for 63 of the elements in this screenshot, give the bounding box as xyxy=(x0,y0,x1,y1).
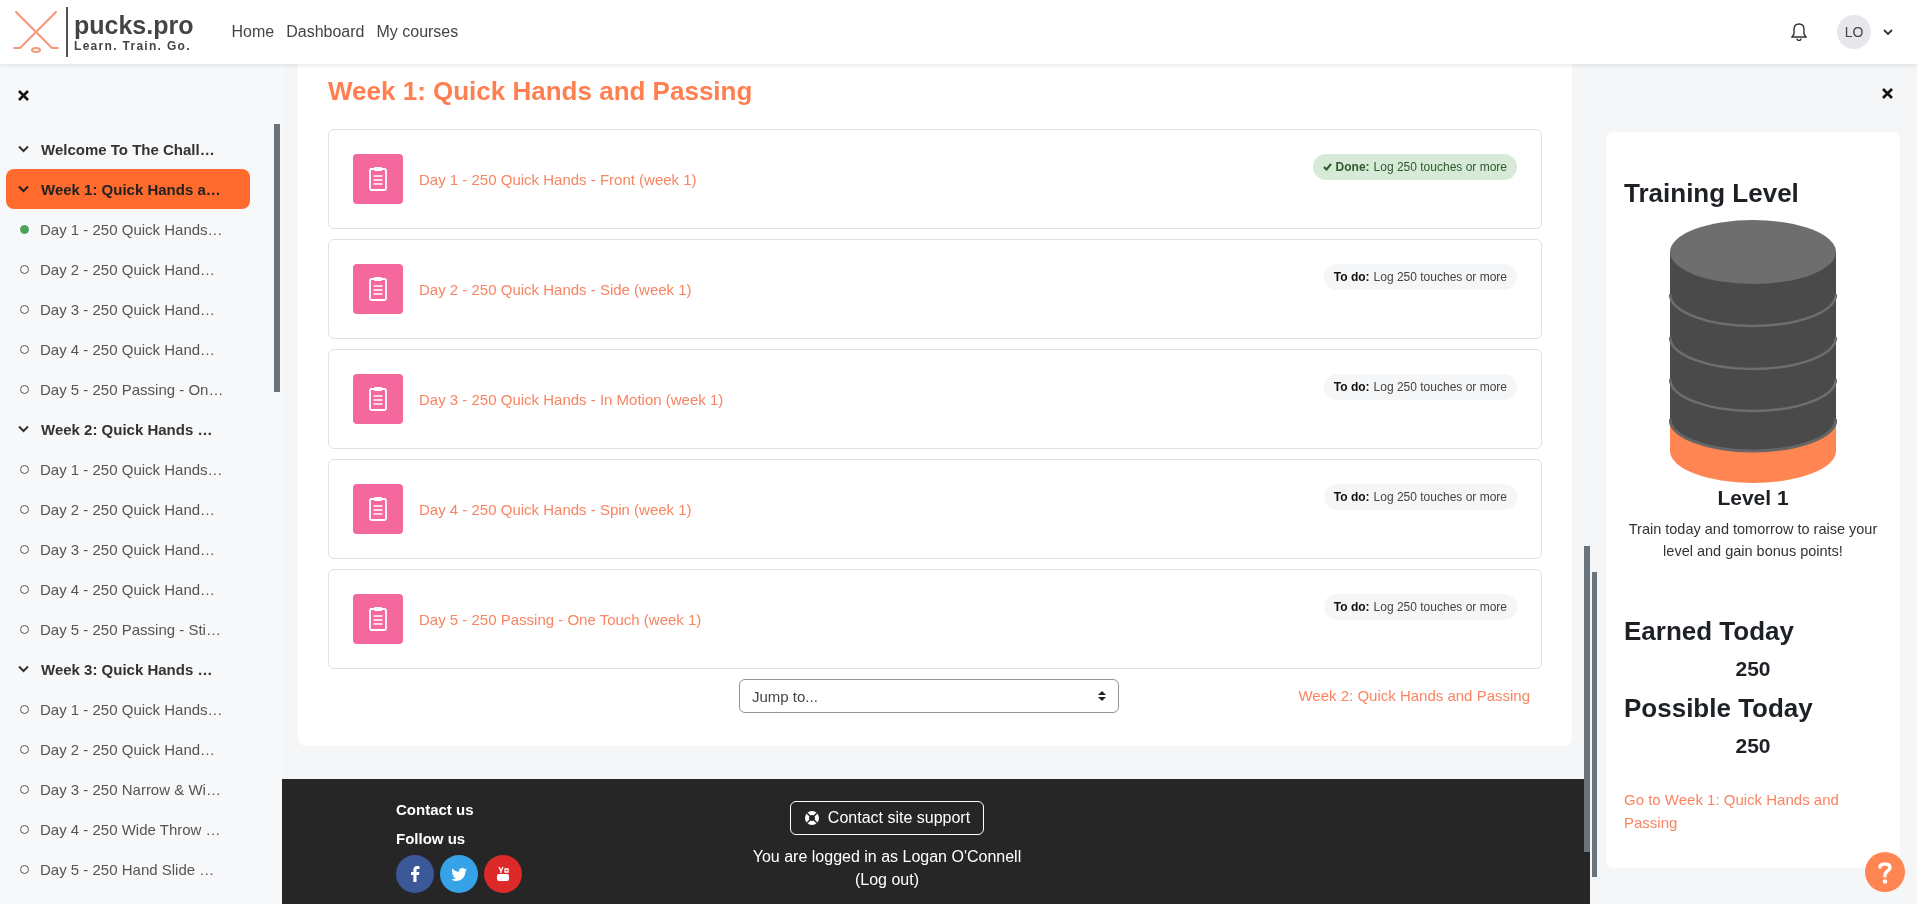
activity-link[interactable]: Day 1 - 250 Quick Hands… xyxy=(40,220,223,238)
site-logo-name[interactable]: pucks.pro xyxy=(74,11,194,39)
contact-support-button[interactable]: Contact site support xyxy=(789,801,985,835)
facebook-icon[interactable] xyxy=(396,855,434,893)
activity-link[interactable]: Day 2 - 250 Quick Hand… xyxy=(40,740,216,758)
course-section-item[interactable]: Week 1: Quick Hands a… xyxy=(6,169,250,209)
hockey-sticks-icon xyxy=(12,8,60,56)
completion-status-badge: To do: Log 250 touches or more xyxy=(1323,374,1517,400)
possible-today-heading: Possible Today xyxy=(1624,693,1813,724)
possible-today-value: 250 xyxy=(1735,734,1771,758)
activity-link[interactable]: Day 1 - 250 Quick Hands… xyxy=(40,460,223,478)
course-section-item[interactable]: Week 3: Quick Hands … xyxy=(6,649,250,689)
course-section-item[interactable]: Welcome To The Chall… xyxy=(6,129,250,169)
earned-today-value: 250 xyxy=(1735,657,1771,681)
completion-status-badge: Done: Log 250 touches or more xyxy=(1312,154,1517,180)
site-tagline: Learn. Train. Go. xyxy=(74,39,192,53)
notification-bell-icon[interactable] xyxy=(1791,23,1807,41)
course-section-item[interactable]: Week 2: Quick Hands … xyxy=(6,409,250,449)
footer-heading: Contact us xyxy=(396,801,475,818)
close-icon[interactable] xyxy=(18,90,29,101)
caret-icon[interactable] xyxy=(1883,28,1893,36)
login-info-text: You are logged in as Logan O'Connell (Log out) xyxy=(751,847,1023,890)
youtube-icon[interactable] xyxy=(484,855,522,893)
chevron-icon xyxy=(18,145,29,153)
panel-title: Training Level xyxy=(1624,178,1799,209)
nav-link[interactable]: Home xyxy=(231,23,275,41)
chevron-icon xyxy=(18,185,29,193)
close-icon[interactable] xyxy=(1882,88,1893,99)
logout-link[interactable]: (Log out) xyxy=(854,871,919,888)
twitter-icon[interactable] xyxy=(440,855,478,893)
completion-status-badge: To do: Log 250 touches or more xyxy=(1323,484,1517,510)
activity-link[interactable]: Day 3 - 250 Quick Hand… xyxy=(40,300,216,318)
assignment-icon xyxy=(353,374,403,424)
assignment-icon xyxy=(353,594,403,644)
level-label: Level 1 xyxy=(1717,486,1789,510)
earned-today-heading: Earned Today xyxy=(1624,616,1794,647)
chevron-icon xyxy=(18,665,29,673)
activity-link[interactable]: Day 5 - 250 Hand Slide … xyxy=(40,860,215,878)
level-description: Train today and tomorrow to raise your level and gain bonus points! xyxy=(1627,520,1879,561)
completion-status-badge: To do: Log 250 touches or more xyxy=(1323,594,1517,620)
activity-link[interactable]: Day 3 - 250 Narrow & Wi… xyxy=(40,780,221,798)
activity-link[interactable]: Day 4 - 250 Wide Throw … xyxy=(40,820,221,838)
activity-link[interactable]: Day 4 - 250 Quick Hand… xyxy=(40,580,216,598)
chevron-icon xyxy=(18,425,29,433)
nav-link[interactable]: Dashboard xyxy=(286,23,365,41)
footer-heading: Follow us xyxy=(396,830,467,847)
nav-link[interactable]: My courses xyxy=(376,23,459,41)
activity-link[interactable]: Day 2 - 250 Quick Hand… xyxy=(40,260,216,278)
activity-link[interactable]: Day 5 - 250 Passing - Sti… xyxy=(40,620,221,638)
activity-link[interactable]: Day 4 - 250 Quick Hand… xyxy=(40,340,216,358)
assignment-icon xyxy=(353,484,403,534)
assignment-icon xyxy=(353,264,403,314)
jump-to-select[interactable]: Jump to... xyxy=(739,679,1119,713)
activity-link[interactable]: Day 3 - 250 Quick Hand… xyxy=(40,540,216,558)
section-title: Week 1: Quick Hands and Passing xyxy=(328,76,754,107)
lifebuoy-icon xyxy=(803,810,820,826)
activity-link[interactable]: Day 1 - 250 Quick Hands… xyxy=(40,700,223,718)
activity-link[interactable]: Day 2 - 250 Quick Hand… xyxy=(40,500,216,518)
assignment-icon xyxy=(353,154,403,204)
activity-link[interactable]: Day 5 - 250 Passing - On… xyxy=(40,380,224,398)
sort-arrows-icon xyxy=(1098,690,1106,702)
completion-status-badge: To do: Log 250 touches or more xyxy=(1323,264,1517,290)
user-avatar[interactable]: LO xyxy=(1837,15,1871,49)
